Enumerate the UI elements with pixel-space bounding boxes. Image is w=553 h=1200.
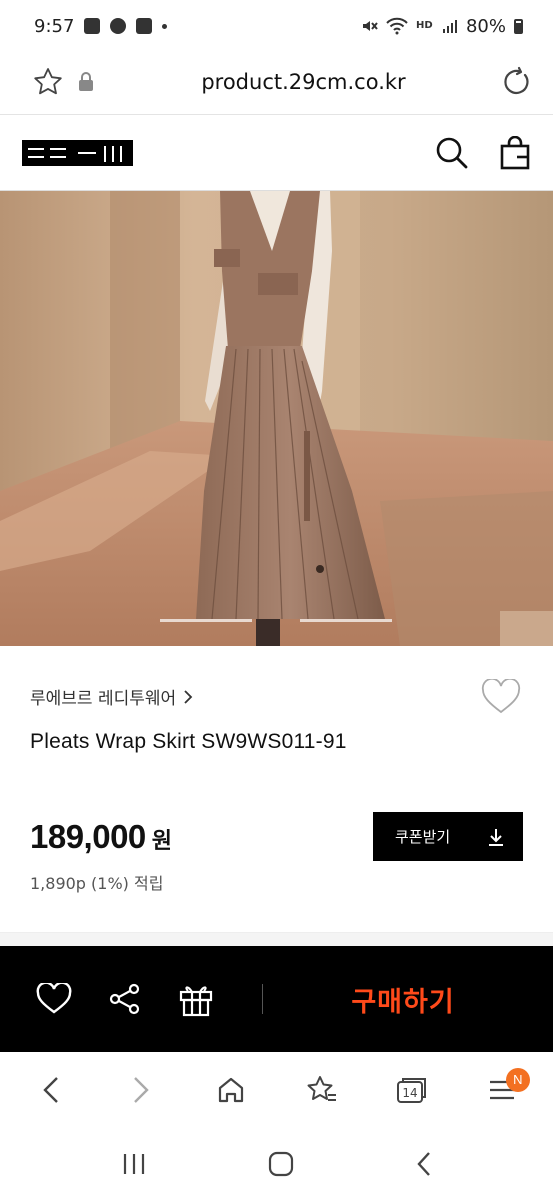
talk-icon [110, 18, 127, 34]
signal-icon [442, 20, 457, 33]
section-divider [0, 932, 553, 946]
wishlist-button[interactable] [36, 983, 72, 1015]
shopping-bag-icon[interactable] [499, 135, 531, 170]
carousel-indicators [160, 619, 392, 622]
status-time: 9:57 [34, 15, 75, 37]
coupon-download-button[interactable]: 쿠폰받기 [373, 812, 523, 861]
browser-bookmarks-button[interactable] [292, 1060, 352, 1120]
system-back-icon[interactable] [415, 1151, 433, 1177]
product-image-carousel[interactable] [0, 191, 553, 646]
more-notifications-icon [162, 23, 168, 29]
brand-link[interactable]: 루에브르 레디투웨어 [30, 684, 194, 709]
svg-text:HD: HD [416, 20, 433, 31]
url-text[interactable]: product.29cm.co.kr [106, 70, 501, 94]
tab-count: 14 [402, 1086, 417, 1100]
purchase-bar: 구매하기 [0, 946, 553, 1052]
price-value: 189,000 [30, 818, 146, 855]
system-navigation-bar [0, 1127, 553, 1200]
battery-icon [514, 18, 523, 34]
brand-name: 루에브르 레디투웨어 [30, 689, 177, 709]
browser-url-bar: product.29cm.co.kr [0, 52, 553, 112]
notification-badge: N [505, 1067, 530, 1092]
browser-forward-button[interactable] [111, 1060, 171, 1120]
like-button[interactable] [481, 677, 521, 719]
heart-icon [481, 677, 521, 714]
forward-icon [134, 1076, 149, 1103]
back-icon [43, 1076, 58, 1103]
product-price: 189,000 원 [30, 818, 172, 856]
gallery-icon [84, 18, 101, 34]
home-icon [219, 1077, 244, 1102]
share-button[interactable] [108, 982, 142, 1016]
home-button-icon[interactable] [268, 1151, 294, 1177]
battery-percent: 80% [465, 15, 506, 37]
browser-home-button[interactable] [201, 1060, 261, 1120]
search-icon[interactable] [435, 136, 469, 170]
browser-menu-button[interactable]: N [472, 1060, 532, 1120]
buy-button[interactable]: 구매하기 [263, 980, 553, 1019]
status-bar: 9:57 HD 80% [0, 0, 553, 52]
youtube-icon [136, 18, 153, 34]
browser-tabs-button[interactable]: 14 [382, 1060, 442, 1120]
wifi-icon [386, 17, 408, 35]
carousel-indicator[interactable] [300, 619, 392, 622]
site-header [0, 115, 553, 191]
price-unit: 원 [151, 829, 173, 854]
browser-back-button[interactable] [21, 1060, 81, 1120]
lock-icon [79, 72, 93, 91]
tabs-icon: 14 [396, 1077, 426, 1103]
product-name: Pleats Wrap Skirt SW9WS011-91 [30, 730, 347, 753]
refresh-icon[interactable] [501, 66, 533, 98]
hd-voice-icon: HD [416, 20, 433, 31]
bookmark-star-icon [307, 1075, 336, 1101]
coupon-label: 쿠폰받기 [395, 828, 451, 846]
chevron-right-icon [184, 689, 193, 704]
recent-apps-icon[interactable] [121, 1152, 147, 1176]
star-icon[interactable] [32, 66, 64, 98]
reward-points: 1,890p (1%) 적립 [30, 874, 164, 893]
heart-icon [36, 983, 72, 1014]
site-logo[interactable] [22, 139, 133, 166]
browser-toolbar: 14 N [0, 1052, 553, 1127]
product-photo [0, 191, 553, 646]
carousel-indicator[interactable] [160, 619, 252, 622]
share-icon [109, 983, 140, 1015]
gift-button[interactable] [178, 981, 214, 1017]
mute-icon [362, 21, 378, 31]
gift-icon [179, 986, 213, 1017]
download-icon [489, 828, 503, 846]
